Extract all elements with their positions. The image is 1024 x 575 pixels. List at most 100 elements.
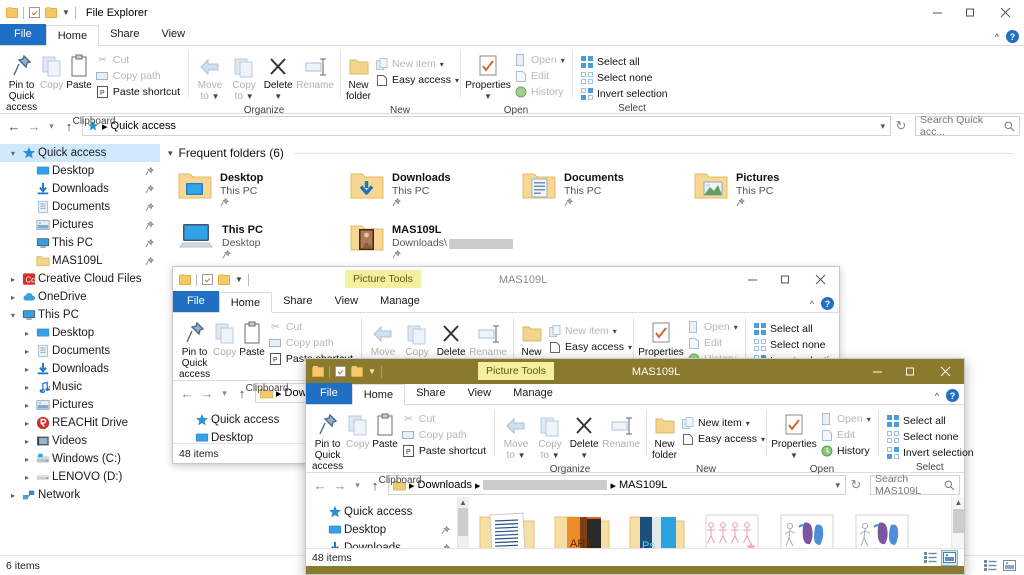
copy-to-button[interactable]: Copy to ▼	[227, 50, 261, 104]
pin-icon[interactable]	[145, 166, 154, 176]
cut-button[interactable]: ✂ Cut	[93, 52, 183, 68]
properties-button[interactable]: Properties ▼	[465, 50, 511, 104]
nav-item-onedrive[interactable]: ▸ OneDrive	[0, 288, 160, 306]
edit-button[interactable]: Edit	[817, 427, 874, 443]
quick-access-toolbar[interactable]: ▼	[6, 0, 76, 25]
ribbon-tabs-middle[interactable]: File Home Share View Manage ^ ?	[173, 291, 839, 313]
collapse-ribbon-icon[interactable]: ^	[810, 299, 814, 309]
nav-item-documents[interactable]: ▸ Documents	[0, 342, 160, 360]
nav-item-network[interactable]: ▸ Network	[0, 486, 160, 504]
tab-file[interactable]: File	[0, 24, 46, 45]
close-button[interactable]	[927, 359, 964, 384]
edit-button[interactable]: Edit	[684, 335, 741, 351]
open-button[interactable]: Open ▾	[511, 52, 568, 68]
paste-button[interactable]: Paste	[238, 317, 266, 360]
pin-to-quick-access-button[interactable]: Pin to Quick access	[311, 409, 344, 474]
chevron-down-icon[interactable]: ▾	[867, 415, 871, 424]
expander-icon[interactable]: ▸	[6, 491, 20, 500]
new-item-button[interactable]: New item ▾	[678, 415, 768, 431]
properties-button[interactable]: Properties ▼	[771, 409, 817, 463]
ribbon-right-controls-front[interactable]: ^ ?	[935, 389, 959, 402]
chevron-down-icon[interactable]: ▼	[274, 91, 282, 102]
title-bar-main[interactable]: ▼ File Explorer	[0, 0, 1024, 25]
chevron-down-icon[interactable]: ▼	[368, 367, 376, 376]
pin-to-quick-access-button[interactable]: Pin to Quick access	[5, 50, 38, 115]
nav-item-desktop[interactable]: ▸ Desktop	[0, 324, 160, 342]
chevron-down-icon[interactable]: ▼	[484, 91, 492, 102]
maximize-button[interactable]	[894, 359, 927, 384]
collapse-ribbon-icon[interactable]: ^	[995, 32, 999, 42]
expander-icon[interactable]: ▸	[20, 329, 34, 338]
quick-access-toolbar-middle[interactable]: ▼	[179, 267, 249, 292]
search-input-front[interactable]: Search MAS109L	[870, 473, 960, 497]
nav-item-this-pc[interactable]: ▾ This PC	[0, 306, 160, 324]
chevron-down-icon[interactable]: ▾	[455, 76, 459, 85]
delete-button[interactable]: Delete ▼	[261, 50, 295, 104]
nav-item-creative-cloud-files[interactable]: ▸ Cc Creative Cloud Files	[0, 270, 160, 288]
nav-item-downloads[interactable]: Downloads	[0, 180, 160, 198]
ribbon-tabs-main[interactable]: File Home Share View ^ ?	[0, 24, 1024, 46]
move-to-button[interactable]: Move to ▼	[499, 409, 533, 463]
move-to-button[interactable]: Move to ▼	[193, 50, 227, 104]
paste-button[interactable]: Paste	[371, 409, 399, 452]
easy-access-button[interactable]: Easy access ▾	[372, 72, 462, 88]
new-item-button[interactable]: New item ▾	[545, 323, 635, 339]
nav-item-mas109l[interactable]: MAS109L	[0, 252, 160, 270]
nav-item-lenovo-d-[interactable]: ▸ LENOVO (D:)	[0, 468, 160, 486]
chevron-down-icon[interactable]: ▼	[580, 450, 588, 461]
nav-item-pictures[interactable]: Pictures	[0, 216, 160, 234]
chevron-down-icon[interactable]: ▾	[561, 56, 565, 65]
maximize-button[interactable]	[769, 267, 802, 292]
nav-item-documents[interactable]: Documents	[0, 198, 160, 216]
pin-icon[interactable]	[736, 198, 779, 207]
ribbon-front[interactable]: Pin to Quick access Copy Paste ✂ Cut Cop…	[306, 405, 974, 486]
new-item-button[interactable]: New item ▾	[372, 56, 462, 72]
ribbon-main[interactable]: Pin to Quick access Copy Paste ✂ Cut Cop…	[0, 46, 1024, 127]
expander-icon[interactable]: ▸	[20, 401, 34, 410]
rename-button[interactable]: Rename	[601, 409, 641, 452]
tab-home[interactable]: Home	[218, 292, 273, 313]
chevron-down-icon[interactable]: ▾	[628, 343, 632, 352]
nav-item-videos[interactable]: ▸ Videos	[0, 432, 160, 450]
refresh-button[interactable]: ↻	[891, 115, 911, 137]
edit-button[interactable]: Edit	[511, 68, 568, 84]
chevron-down-icon[interactable]: ▾	[734, 323, 738, 332]
new-folder-qat-icon[interactable]	[218, 273, 230, 285]
new-folder-qat-icon[interactable]	[351, 365, 363, 377]
expander-icon[interactable]: ▸	[20, 473, 34, 482]
tab-share[interactable]: Share	[99, 24, 150, 45]
details-view-button[interactable]	[982, 558, 999, 574]
chevron-down-icon[interactable]: ▾	[880, 121, 885, 132]
expander-icon[interactable]: ▾	[6, 149, 20, 158]
paste-button[interactable]: Paste	[65, 50, 93, 93]
close-button[interactable]	[987, 0, 1024, 25]
expander-icon[interactable]: ▸	[20, 383, 34, 392]
open-button[interactable]: Open ▾	[684, 319, 741, 335]
cut-button[interactable]: ✂ Cut	[266, 319, 356, 335]
nav-item-quick-access[interactable]: ▾ Quick access	[0, 144, 160, 162]
title-bar-front[interactable]: ▼ Picture Tools MAS109L	[306, 359, 964, 384]
expander-icon[interactable]: ▸	[20, 365, 34, 374]
close-button[interactable]	[802, 267, 839, 292]
help-icon[interactable]: ?	[946, 389, 959, 402]
cut-button[interactable]: ✂ Cut	[399, 411, 489, 427]
window-controls-main[interactable]	[921, 0, 1024, 25]
pin-icon[interactable]	[222, 250, 263, 259]
address-input[interactable]: ▸ Quick access ▾	[82, 116, 891, 136]
frequent-folder-tile[interactable]: Pictures This PC	[692, 166, 864, 218]
select-all-button[interactable]: Select all	[750, 321, 844, 337]
pin-icon[interactable]	[441, 525, 450, 535]
chevron-down-icon[interactable]: ▾	[761, 435, 765, 444]
window-controls-front[interactable]	[861, 359, 964, 384]
pin-icon[interactable]	[145, 256, 154, 266]
easy-access-button[interactable]: Easy access ▾	[678, 431, 768, 447]
minimize-button[interactable]	[921, 0, 954, 25]
frequent-folder-tile[interactable]: Documents This PC	[520, 166, 692, 218]
frequent-folders-grid[interactable]: Desktop This PC Downloads This PC Documents T…	[160, 162, 1024, 270]
nav-item-downloads[interactable]: ▸ Downloads	[0, 360, 160, 378]
tab-manage[interactable]: Manage	[369, 291, 431, 312]
nav-item-music[interactable]: ▸ Music	[0, 378, 160, 396]
tab-share[interactable]: Share	[405, 383, 456, 404]
context-tab-picture-tools-middle[interactable]: Picture Tools	[345, 270, 421, 288]
view-toggle-front[interactable]	[922, 549, 958, 566]
